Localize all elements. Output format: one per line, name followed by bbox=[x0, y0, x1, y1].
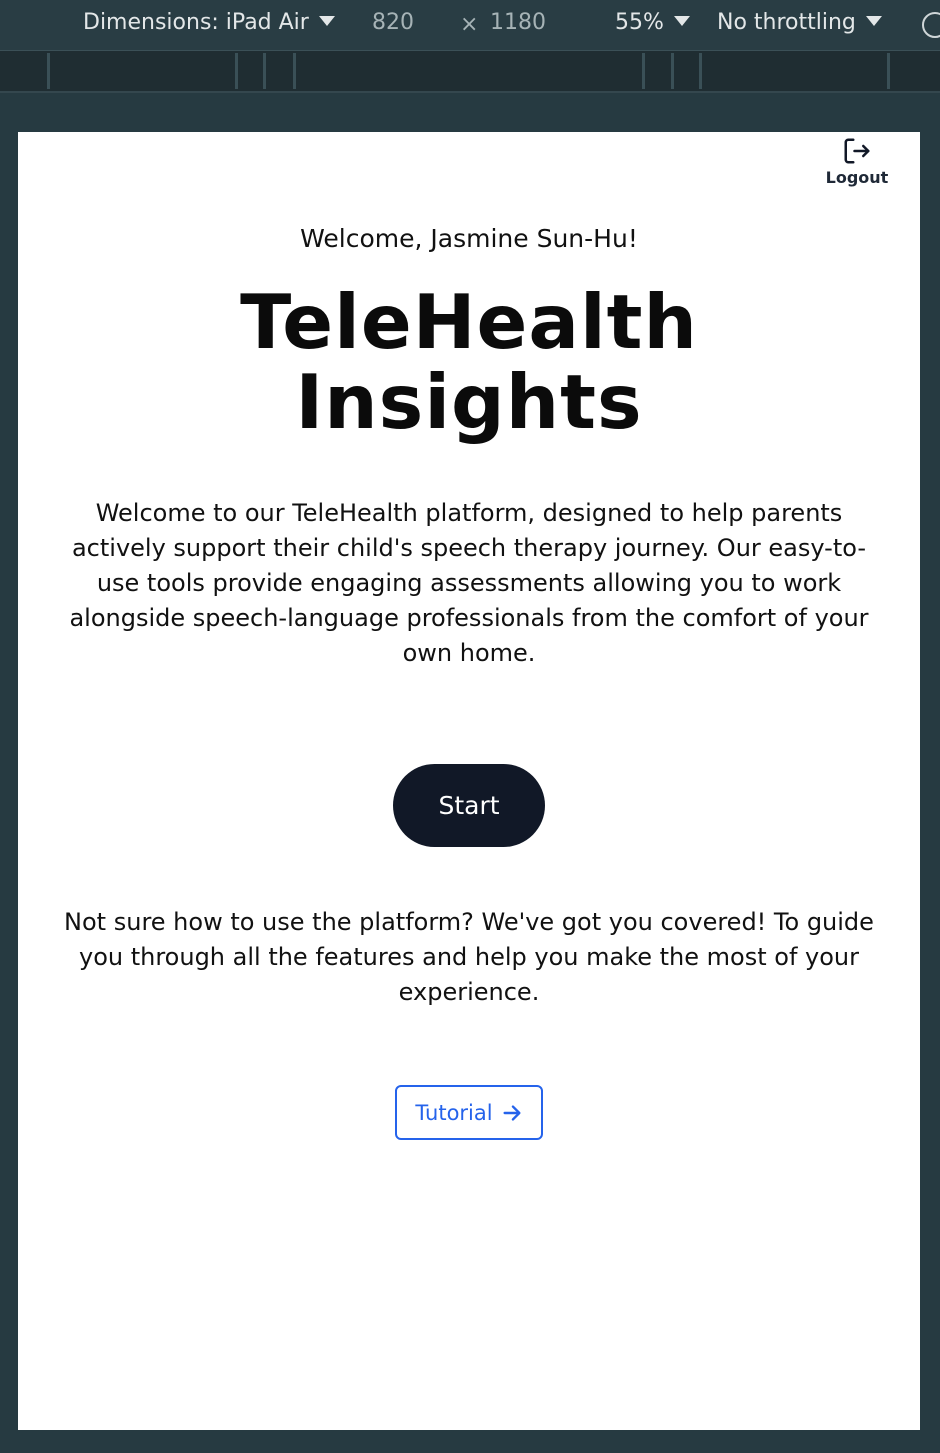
ruler-tick bbox=[293, 53, 296, 89]
help-paragraph: Not sure how to use the platform? We've … bbox=[64, 908, 874, 1006]
arrow-right-icon bbox=[503, 1104, 521, 1121]
device-viewport: Logout Welcome, Jasmine Sun-Hu! TeleHeal… bbox=[18, 132, 920, 1430]
chevron-down-icon bbox=[865, 16, 882, 26]
throttling-label: No throttling bbox=[717, 10, 856, 35]
tutorial-button[interactable]: Tutorial bbox=[395, 1085, 543, 1140]
viewport-width-input[interactable]: 820 bbox=[372, 10, 414, 35]
ruler-tick bbox=[887, 53, 890, 89]
ruler-tick bbox=[47, 53, 50, 89]
viewport-height-input[interactable]: 1180 bbox=[490, 10, 546, 35]
title-line-1: TeleHealth bbox=[240, 278, 698, 366]
zoom-label: 55% bbox=[615, 10, 664, 35]
device-dimensions-label: Dimensions: iPad Air bbox=[83, 10, 309, 35]
ruler-tick bbox=[235, 53, 238, 89]
chevron-down-icon bbox=[318, 16, 335, 26]
media-query-ruler bbox=[0, 50, 940, 93]
ruler-tick bbox=[263, 53, 266, 89]
ruler-tick bbox=[671, 53, 674, 89]
logout-icon bbox=[844, 138, 870, 164]
times-icon: × bbox=[460, 12, 479, 37]
chevron-down-icon bbox=[673, 16, 690, 26]
tutorial-label: Tutorial bbox=[415, 1100, 493, 1125]
page-title: TeleHealth Insights bbox=[18, 282, 920, 442]
logout-button[interactable]: Logout bbox=[822, 136, 892, 187]
intro-paragraph: Welcome to our TeleHealth platform, desi… bbox=[69, 499, 869, 667]
logout-label: Logout bbox=[825, 168, 889, 187]
device-toolbar: Dimensions: iPad Air 820 × 1180 55% No t… bbox=[0, 0, 940, 50]
ruler-tick bbox=[699, 53, 702, 89]
title-line-2: Insights bbox=[295, 358, 643, 446]
start-button[interactable]: Start bbox=[393, 764, 545, 847]
ruler-tick bbox=[642, 53, 645, 89]
throttling-select[interactable]: No throttling bbox=[717, 10, 882, 35]
welcome-message: Welcome, Jasmine Sun-Hu! bbox=[300, 224, 638, 253]
rotate-icon[interactable] bbox=[922, 12, 940, 38]
zoom-select[interactable]: 55% bbox=[615, 10, 690, 35]
device-dimensions-select[interactable]: Dimensions: iPad Air bbox=[83, 10, 335, 35]
